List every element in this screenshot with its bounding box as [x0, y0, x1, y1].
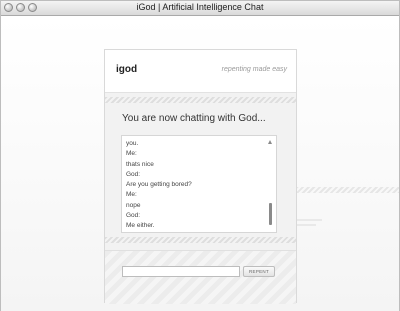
background-faint-line	[296, 224, 316, 226]
app-window: iGod | Artificial Intelligence Chat igod…	[0, 0, 400, 311]
page-content: igod repenting made easy You are now cha…	[1, 16, 399, 311]
transcript-stripe	[105, 237, 296, 243]
chat-line: thats nice	[126, 160, 154, 168]
scroll-thumb[interactable]	[269, 203, 272, 225]
scroll-up-arrow-icon[interactable]	[268, 140, 272, 144]
chat-lines: you. Me: thats nice God: Are you getting…	[126, 139, 192, 232]
chat-line: God:	[126, 170, 141, 178]
chat-line: Me:	[126, 150, 137, 158]
tagline: repenting made easy	[221, 66, 287, 73]
chat-line: Me:	[126, 191, 137, 199]
title-bar: iGod | Artificial Intelligence Chat	[1, 1, 399, 16]
chat-transcript[interactable]: you. Me: thats nice God: Are you getting…	[121, 135, 277, 233]
chat-line: nope	[126, 201, 141, 209]
background-faint-line	[296, 219, 322, 221]
logo: igod	[116, 64, 138, 75]
window-title: iGod | Artificial Intelligence Chat	[136, 2, 264, 12]
repent-button[interactable]: REPENT	[243, 266, 275, 277]
background-stripe	[296, 187, 399, 193]
chat-line: Me either.	[126, 222, 155, 230]
chat-scrollbar[interactable]	[268, 140, 273, 228]
header-stripe	[105, 97, 296, 103]
message-input[interactable]	[122, 266, 240, 277]
chat-heading: You are now chatting with God...	[122, 113, 266, 124]
panel-header: igod repenting made easy	[105, 50, 296, 93]
chat-line: Are you getting bored?	[126, 181, 192, 189]
chat-line: you.	[126, 140, 139, 147]
chat-line: God:	[126, 212, 141, 220]
chat-panel: igod repenting made easy You are now cha…	[104, 49, 297, 304]
input-area	[105, 250, 296, 304]
